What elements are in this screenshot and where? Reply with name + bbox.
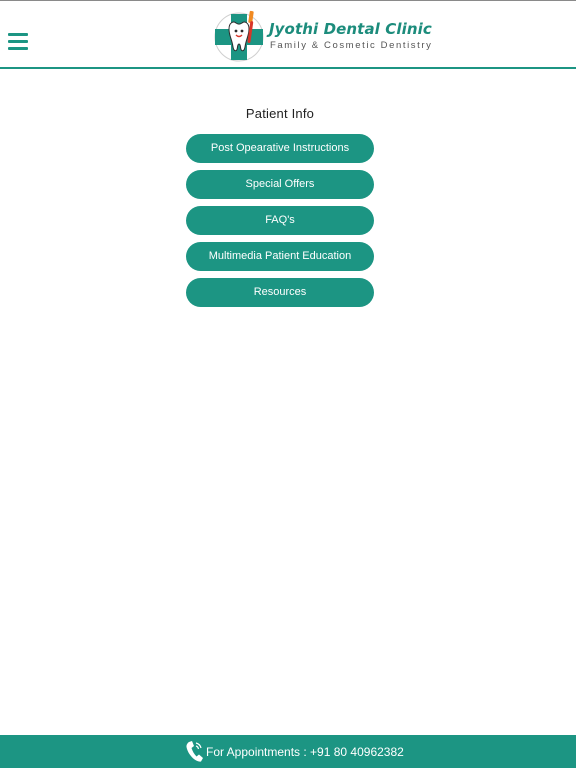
patient-info-menu: Post Opearative Instructions Special Off… [186, 134, 374, 314]
menu-bar [8, 40, 28, 43]
page: Jyothi Dental Clinic Family & Cosmetic D… [0, 0, 576, 768]
header-divider [0, 67, 576, 69]
appointments-footer[interactable]: For Appointments : +91 80 40962382 [0, 735, 576, 768]
multimedia-patient-education-button[interactable]: Multimedia Patient Education [186, 242, 374, 271]
clinic-logo[interactable]: Jyothi Dental Clinic Family & Cosmetic D… [212, 7, 444, 65]
page-title: Patient Info [245, 106, 315, 121]
dental-cross-toothbrush-icon [214, 10, 264, 62]
app-header: Jyothi Dental Clinic Family & Cosmetic D… [0, 0, 576, 68]
faqs-button[interactable]: FAQ's [186, 206, 374, 235]
clinic-tagline: Family & Cosmetic Dentistry [270, 40, 433, 51]
hamburger-menu-button[interactable] [8, 33, 28, 53]
phone-icon [186, 741, 203, 762]
footer-content: For Appointments : +91 80 40962382 [184, 740, 404, 764]
menu-bar [8, 47, 28, 50]
menu-bar [8, 33, 28, 36]
appointments-phone-text: For Appointments : +91 80 40962382 [206, 745, 404, 759]
clinic-name: Jyothi Dental Clinic [269, 20, 432, 38]
special-offers-button[interactable]: Special Offers [186, 170, 374, 199]
resources-button[interactable]: Resources [186, 278, 374, 307]
post-operative-instructions-button[interactable]: Post Opearative Instructions [186, 134, 374, 163]
